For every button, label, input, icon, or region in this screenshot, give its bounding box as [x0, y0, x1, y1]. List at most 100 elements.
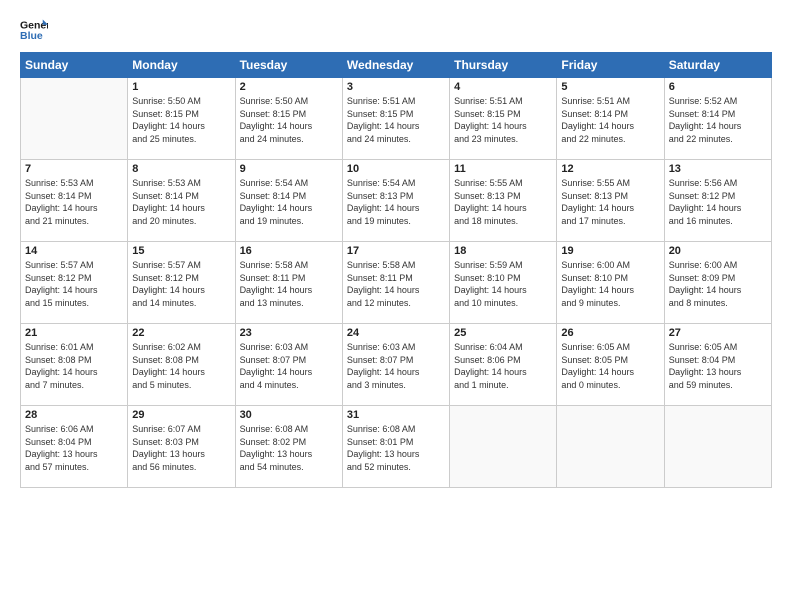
- calendar-cell: 4 Sunrise: 5:51 AM Sunset: 8:15 PM Daylig…: [450, 78, 557, 160]
- calendar-cell: 27 Sunrise: 6:05 AM Sunset: 8:04 PM Dayli…: [664, 324, 771, 406]
- cell-info: Sunrise: 5:58 AM Sunset: 8:11 PM Dayligh…: [240, 259, 338, 309]
- cell-info: Sunrise: 5:54 AM Sunset: 8:13 PM Dayligh…: [347, 177, 445, 227]
- calendar-cell: 22Sunrise: 6:02 AM Sunset: 8:08 PM Dayli…: [128, 324, 235, 406]
- calendar-cell: 21 Sunrise: 6:01 AM Sunset: 8:08 PM Dayli…: [21, 324, 128, 406]
- day-number: 20: [669, 245, 767, 257]
- weekday-tuesday: Tuesday: [235, 53, 342, 78]
- day-number: 28: [25, 409, 123, 421]
- cell-info: Sunrise: 5:53 AM Sunset: 8:14 PM Dayligh…: [25, 177, 123, 227]
- calendar-cell: 31Sunrise: 6:08 AM Sunset: 8:01 PM Dayli…: [342, 406, 449, 488]
- calendar-cell: 23Sunrise: 6:03 AM Sunset: 8:07 PM Dayli…: [235, 324, 342, 406]
- calendar-cell: 29 Sunrise: 6:07 AM Sunset: 8:03 PM Dayli…: [128, 406, 235, 488]
- page: General Blue SundayMondayTuesdayWednesda…: [0, 0, 792, 612]
- cell-info: Sunrise: 6:06 AM Sunset: 8:04 PM Dayligh…: [25, 423, 123, 473]
- calendar-cell: [664, 406, 771, 488]
- cell-info: Sunrise: 5:51 AM Sunset: 8:15 PM Dayligh…: [454, 95, 552, 145]
- cell-info: Sunrise: 5:56 AM Sunset: 8:12 PM Dayligh…: [669, 177, 767, 227]
- calendar-cell: 6 Sunrise: 5:52 AM Sunset: 8:14 PM Daylig…: [664, 78, 771, 160]
- day-number: 5: [561, 81, 659, 93]
- calendar-cell: 25 Sunrise: 6:04 AM Sunset: 8:06 PM Dayli…: [450, 324, 557, 406]
- day-number: 10: [347, 163, 445, 175]
- calendar-cell: 26Sunrise: 6:05 AM Sunset: 8:05 PM Dayli…: [557, 324, 664, 406]
- calendar-cell: 9Sunrise: 5:54 AM Sunset: 8:14 PM Daylig…: [235, 160, 342, 242]
- week-row-4: 21 Sunrise: 6:01 AM Sunset: 8:08 PM Dayli…: [21, 324, 772, 406]
- cell-info: Sunrise: 6:03 AM Sunset: 8:07 PM Dayligh…: [347, 341, 445, 391]
- weekday-saturday: Saturday: [664, 53, 771, 78]
- calendar-cell: 20 Sunrise: 6:00 AM Sunset: 8:09 PM Dayli…: [664, 242, 771, 324]
- day-number: 21: [25, 327, 123, 339]
- day-number: 6: [669, 81, 767, 93]
- calendar-cell: [450, 406, 557, 488]
- weekday-sunday: Sunday: [21, 53, 128, 78]
- svg-text:Blue: Blue: [20, 30, 43, 42]
- week-row-5: 28 Sunrise: 6:06 AM Sunset: 8:04 PM Dayli…: [21, 406, 772, 488]
- calendar-cell: 12 Sunrise: 5:55 AM Sunset: 8:13 PM Dayli…: [557, 160, 664, 242]
- calendar-cell: 16 Sunrise: 5:58 AM Sunset: 8:11 PM Dayli…: [235, 242, 342, 324]
- day-number: 15: [132, 245, 230, 257]
- day-number: 14: [25, 245, 123, 257]
- weekday-friday: Friday: [557, 53, 664, 78]
- weekday-thursday: Thursday: [450, 53, 557, 78]
- cell-info: Sunrise: 6:08 AM Sunset: 8:02 PM Dayligh…: [240, 423, 338, 473]
- cell-info: Sunrise: 5:53 AM Sunset: 8:14 PM Dayligh…: [132, 177, 230, 227]
- calendar-cell: 14 Sunrise: 5:57 AM Sunset: 8:12 PM Dayli…: [21, 242, 128, 324]
- week-row-1: 1 Sunrise: 5:50 AM Sunset: 8:15 PM Daylig…: [21, 78, 772, 160]
- calendar-cell: 18Sunrise: 5:59 AM Sunset: 8:10 PM Dayli…: [450, 242, 557, 324]
- cell-info: Sunrise: 5:57 AM Sunset: 8:12 PM Dayligh…: [132, 259, 230, 309]
- day-number: 24: [347, 327, 445, 339]
- day-number: 30: [240, 409, 338, 421]
- cell-info: Sunrise: 5:55 AM Sunset: 8:13 PM Dayligh…: [561, 177, 659, 227]
- day-number: 8: [132, 163, 230, 175]
- cell-info: Sunrise: 6:05 AM Sunset: 8:04 PM Dayligh…: [669, 341, 767, 391]
- cell-info: Sunrise: 6:04 AM Sunset: 8:06 PM Dayligh…: [454, 341, 552, 391]
- calendar-cell: 8 Sunrise: 5:53 AM Sunset: 8:14 PM Daylig…: [128, 160, 235, 242]
- calendar-cell: 13 Sunrise: 5:56 AM Sunset: 8:12 PM Dayli…: [664, 160, 771, 242]
- week-row-2: 7Sunrise: 5:53 AM Sunset: 8:14 PM Daylig…: [21, 160, 772, 242]
- cell-info: Sunrise: 6:07 AM Sunset: 8:03 PM Dayligh…: [132, 423, 230, 473]
- cell-info: Sunrise: 5:52 AM Sunset: 8:14 PM Dayligh…: [669, 95, 767, 145]
- day-number: 3: [347, 81, 445, 93]
- cell-info: Sunrise: 5:58 AM Sunset: 8:11 PM Dayligh…: [347, 259, 445, 309]
- day-number: 16: [240, 245, 338, 257]
- calendar-cell: 2Sunrise: 5:50 AM Sunset: 8:15 PM Daylig…: [235, 78, 342, 160]
- day-number: 25: [454, 327, 552, 339]
- calendar-cell: 30 Sunrise: 6:08 AM Sunset: 8:02 PM Dayli…: [235, 406, 342, 488]
- week-row-3: 14 Sunrise: 5:57 AM Sunset: 8:12 PM Dayli…: [21, 242, 772, 324]
- day-number: 12: [561, 163, 659, 175]
- cell-info: Sunrise: 6:05 AM Sunset: 8:05 PM Dayligh…: [561, 341, 659, 391]
- cell-info: Sunrise: 5:57 AM Sunset: 8:12 PM Dayligh…: [25, 259, 123, 309]
- day-number: 29: [132, 409, 230, 421]
- calendar-cell: 28 Sunrise: 6:06 AM Sunset: 8:04 PM Dayli…: [21, 406, 128, 488]
- calendar-cell: 19Sunrise: 6:00 AM Sunset: 8:10 PM Dayli…: [557, 242, 664, 324]
- day-number: 4: [454, 81, 552, 93]
- day-number: 17: [347, 245, 445, 257]
- cell-info: Sunrise: 5:51 AM Sunset: 8:15 PM Dayligh…: [347, 95, 445, 145]
- cell-info: Sunrise: 6:03 AM Sunset: 8:07 PM Dayligh…: [240, 341, 338, 391]
- calendar-cell: 11Sunrise: 5:55 AM Sunset: 8:13 PM Dayli…: [450, 160, 557, 242]
- cell-info: Sunrise: 6:01 AM Sunset: 8:08 PM Dayligh…: [25, 341, 123, 391]
- calendar-cell: [557, 406, 664, 488]
- calendar-cell: 7Sunrise: 5:53 AM Sunset: 8:14 PM Daylig…: [21, 160, 128, 242]
- weekday-header-row: SundayMondayTuesdayWednesdayThursdayFrid…: [21, 53, 772, 78]
- cell-info: Sunrise: 5:55 AM Sunset: 8:13 PM Dayligh…: [454, 177, 552, 227]
- day-number: 22: [132, 327, 230, 339]
- cell-info: Sunrise: 5:59 AM Sunset: 8:10 PM Dayligh…: [454, 259, 552, 309]
- logo-icon: General Blue: [20, 16, 48, 44]
- cell-info: Sunrise: 5:51 AM Sunset: 8:14 PM Dayligh…: [561, 95, 659, 145]
- day-number: 13: [669, 163, 767, 175]
- calendar-cell: 5 Sunrise: 5:51 AM Sunset: 8:14 PM Daylig…: [557, 78, 664, 160]
- calendar-cell: 24 Sunrise: 6:03 AM Sunset: 8:07 PM Dayli…: [342, 324, 449, 406]
- calendar-cell: 17 Sunrise: 5:58 AM Sunset: 8:11 PM Dayli…: [342, 242, 449, 324]
- calendar-cell: 3 Sunrise: 5:51 AM Sunset: 8:15 PM Daylig…: [342, 78, 449, 160]
- cell-info: Sunrise: 6:00 AM Sunset: 8:09 PM Dayligh…: [669, 259, 767, 309]
- day-number: 1: [132, 81, 230, 93]
- day-number: 27: [669, 327, 767, 339]
- logo: General Blue: [20, 16, 52, 44]
- calendar-cell: [21, 78, 128, 160]
- cell-info: Sunrise: 5:50 AM Sunset: 8:15 PM Dayligh…: [132, 95, 230, 145]
- day-number: 2: [240, 81, 338, 93]
- day-number: 31: [347, 409, 445, 421]
- header: General Blue: [20, 16, 772, 44]
- cell-info: Sunrise: 5:54 AM Sunset: 8:14 PM Dayligh…: [240, 177, 338, 227]
- weekday-monday: Monday: [128, 53, 235, 78]
